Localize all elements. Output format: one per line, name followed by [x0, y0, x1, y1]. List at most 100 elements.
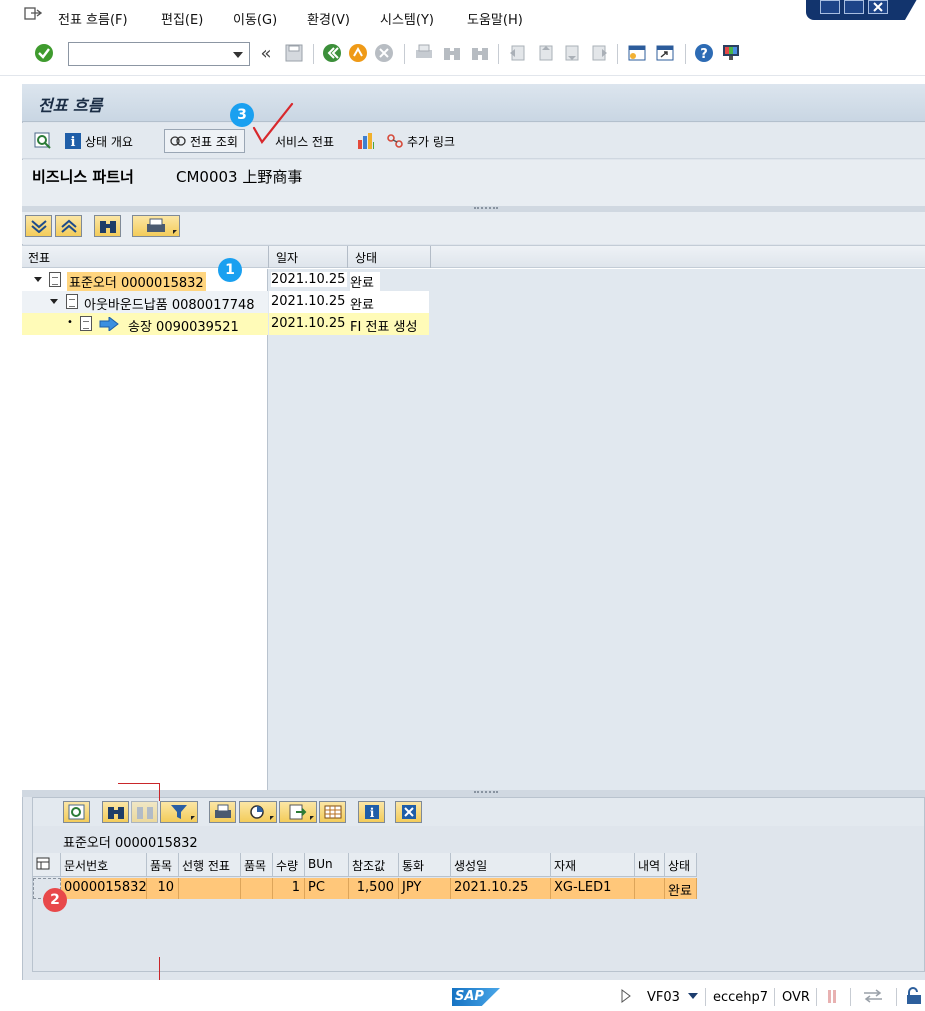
column-header-status[interactable]: 상태 — [355, 249, 377, 266]
column-header[interactable]: 내역 — [635, 853, 665, 877]
cell-created-on[interactable]: 2021.10.25 — [451, 878, 551, 899]
column-header[interactable]: 수량 — [273, 853, 305, 877]
next-page-icon[interactable] — [562, 43, 582, 63]
expand-all-button[interactable] — [25, 215, 52, 237]
new-session-icon[interactable] — [627, 43, 647, 63]
first-page-icon[interactable] — [508, 43, 528, 63]
column-header[interactable]: 품목 — [241, 853, 273, 877]
cell-unit[interactable]: PC — [305, 878, 349, 899]
grid-layout-icon[interactable] — [33, 853, 61, 877]
column-header-document[interactable]: 전표 — [28, 249, 50, 266]
print-button[interactable] — [209, 801, 236, 823]
column-header[interactable]: 통화 — [399, 853, 451, 877]
column-header[interactable]: 자재 — [551, 853, 635, 877]
tree-row-date: 2021.10.25 — [271, 294, 346, 309]
find-next-icon[interactable] — [470, 43, 490, 63]
additional-links-button[interactable]: 추가 링크 — [386, 129, 455, 153]
cell-currency[interactable]: JPY — [399, 878, 451, 899]
printer-icon — [147, 218, 165, 232]
filter-button[interactable] — [160, 801, 198, 823]
lock-icon[interactable] — [904, 986, 924, 1010]
back-icon[interactable] — [322, 43, 342, 63]
splitter-bottom[interactable] — [22, 790, 925, 797]
column-header[interactable]: 문서번호 — [61, 853, 147, 877]
cancel-icon[interactable] — [374, 43, 394, 63]
maximize-button[interactable] — [844, 0, 864, 14]
tree-row-document[interactable]: 송장 0090039521 — [128, 316, 239, 335]
cell-description[interactable] — [635, 878, 665, 899]
tree-row[interactable]: 표준오더 0000015832 2021.10.25 완료 — [22, 269, 925, 291]
collapse-toggle-icon[interactable] — [50, 299, 58, 304]
status-overview-button[interactable]: i 상태 개요 — [64, 129, 133, 153]
find-tree-button[interactable] — [94, 215, 121, 237]
window-close-button[interactable] — [868, 0, 888, 14]
check-icon[interactable] — [34, 43, 54, 63]
tree-row-status: 완료 — [350, 272, 380, 291]
column-header[interactable]: 상태 — [665, 853, 697, 877]
customize-icon[interactable] — [721, 43, 741, 63]
history-back-icon[interactable]: « — [256, 43, 276, 64]
command-field[interactable] — [68, 42, 250, 66]
column-header[interactable]: 품목 — [147, 853, 179, 877]
tree-row-selected[interactable]: • 송장 0090039521 — [22, 313, 268, 335]
layout-button[interactable] — [319, 801, 346, 823]
chart-button[interactable] — [356, 129, 377, 153]
cell-document-number[interactable]: 0000015832 — [61, 878, 147, 899]
info-button[interactable]: i — [358, 801, 385, 823]
cell-item[interactable]: 10 — [147, 878, 179, 899]
chevron-down-icon[interactable] — [233, 52, 243, 58]
cell-status[interactable]: 완료 — [665, 878, 697, 899]
display-document-button[interactable]: 전표 조회 — [164, 129, 245, 153]
exit-circle-icon[interactable] — [348, 43, 368, 63]
cell-reference-value[interactable]: 1,500 — [349, 878, 399, 899]
menu-system[interactable]: 시스템(Y) — [380, 9, 434, 28]
zoom-button[interactable] — [34, 129, 55, 153]
menu-document-flow[interactable]: 전표 흐름(F) — [58, 9, 128, 28]
print-icon[interactable] — [414, 43, 434, 63]
collapse-all-button[interactable] — [55, 215, 82, 237]
tree-row-status: FI 전표 생성 — [350, 320, 418, 335]
cell-preceding-item[interactable] — [241, 878, 273, 899]
find-next-button[interactable] — [131, 801, 158, 823]
menu-help[interactable]: 도움말(H) — [467, 9, 523, 28]
views-button[interactable] — [239, 801, 277, 823]
shortcut-icon[interactable] — [655, 43, 675, 63]
cell-material[interactable]: XG-LED1 — [551, 878, 635, 899]
input-mode[interactable]: OVR — [782, 990, 810, 1005]
expand-all-icon — [30, 220, 47, 233]
column-header[interactable]: BUn — [305, 853, 349, 877]
column-header-date[interactable]: 일자 — [276, 249, 298, 266]
tree-row-document[interactable]: 표준오더 0000015832 — [67, 272, 206, 291]
svg-text:i: i — [369, 806, 374, 820]
column-header[interactable]: 생성일 — [451, 853, 551, 877]
document-icon — [49, 272, 61, 288]
minimize-button[interactable] — [820, 0, 840, 14]
column-header[interactable]: 참조값 — [349, 853, 399, 877]
prev-page-icon[interactable] — [536, 43, 556, 63]
document-icon — [80, 316, 92, 332]
menu-goto[interactable]: 이동(G) — [233, 9, 277, 28]
find-icon[interactable] — [442, 43, 462, 63]
help-icon[interactable]: ? — [694, 43, 714, 63]
column-header[interactable]: 선행 전표 — [179, 853, 241, 877]
close-detail-button[interactable] — [395, 801, 422, 823]
status-play-icon[interactable] — [620, 988, 632, 1008]
tree-row[interactable]: 아웃바운드납품 0080017748 — [22, 291, 268, 313]
tree-row-document[interactable]: 아웃바운드납품 0080017748 — [84, 294, 255, 313]
menu-edit[interactable]: 편집(E) — [161, 9, 203, 28]
print-menu-button[interactable] — [132, 215, 180, 237]
menu-environment[interactable]: 환경(V) — [307, 9, 350, 28]
export-button[interactable] — [279, 801, 317, 823]
bullet-icon: • — [67, 317, 73, 328]
find-button[interactable] — [102, 801, 129, 823]
detail-button[interactable] — [63, 801, 90, 823]
transaction-code: VF03 — [647, 990, 680, 1005]
chevron-down-icon[interactable] — [688, 993, 698, 999]
cell-quantity[interactable]: 1 — [273, 878, 305, 899]
detail-toolbar: i — [33, 798, 924, 826]
cell-preceding-document[interactable] — [179, 878, 241, 899]
last-page-icon[interactable] — [589, 43, 609, 63]
save-icon[interactable] — [284, 43, 304, 63]
exit-icon[interactable] — [24, 6, 43, 22]
collapse-toggle-icon[interactable] — [34, 277, 42, 282]
